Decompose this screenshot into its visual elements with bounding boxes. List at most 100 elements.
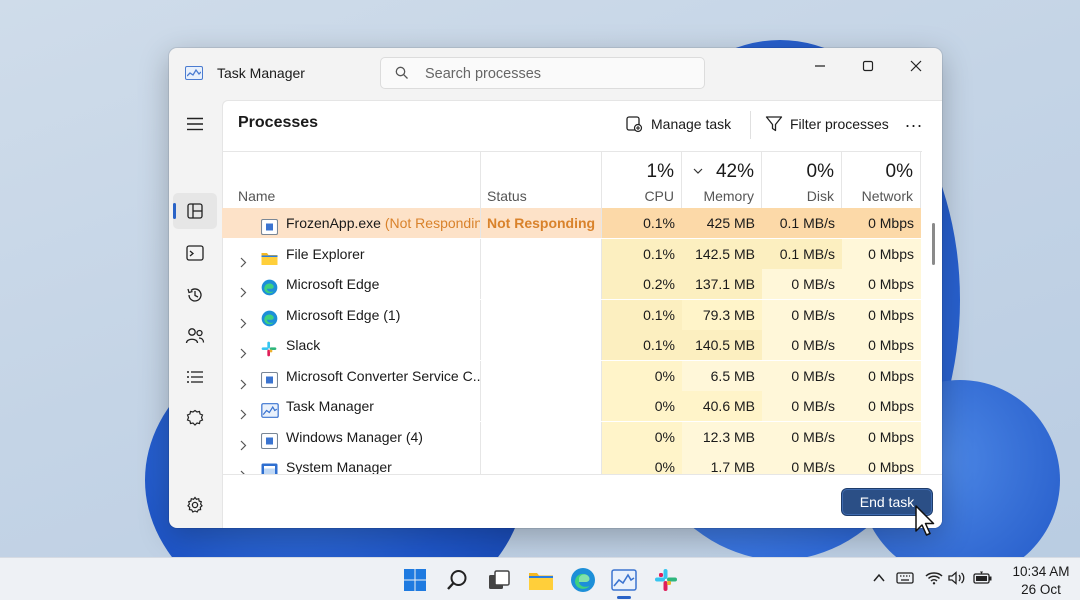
memory-cell: 40.6 MB xyxy=(682,391,762,421)
title-bar[interactable]: Task Manager xyxy=(169,48,942,98)
column-header-memory[interactable]: 42% Memory xyxy=(682,152,762,209)
taskbar-file-explorer[interactable] xyxy=(528,567,554,593)
memory-total: 42% xyxy=(715,161,754,182)
battery-icon[interactable] xyxy=(973,571,993,590)
toolbar-divider xyxy=(750,111,751,139)
active-app-indicator xyxy=(617,596,631,599)
search-icon xyxy=(395,66,409,85)
edge-icon xyxy=(261,276,278,296)
window-title: Task Manager xyxy=(217,65,305,81)
volume-icon[interactable] xyxy=(948,571,966,590)
table-row[interactable]: Windows Manager (4) 0% 12.3 MB 0 MB/s 0 Mbps xyxy=(222,421,922,452)
network-cell: 0 Mbps xyxy=(842,360,921,391)
process-name-cell: Microsoft Edge xyxy=(222,269,481,299)
taskbar-search-button[interactable] xyxy=(444,567,470,593)
cpu-cell: 0% xyxy=(602,452,682,474)
sidebar-item-app-history[interactable] xyxy=(173,277,217,313)
taskbar-task-manager[interactable] xyxy=(611,567,637,593)
process-name-cell: Windows Manager (4) xyxy=(222,421,481,452)
network-cell: 0 Mbps xyxy=(842,238,921,269)
process-name-cell: FrozenApp.exe (Not Responding) xyxy=(222,208,481,238)
more-options-button[interactable]: ... xyxy=(905,109,923,133)
run-new-task-button[interactable]: Manage task xyxy=(625,112,731,136)
wifi-icon[interactable] xyxy=(925,571,943,590)
status-cell xyxy=(481,299,602,330)
status-cell xyxy=(481,269,602,299)
sidebar-item-performance[interactable] xyxy=(173,235,217,271)
scrollbar-thumb[interactable] xyxy=(932,223,935,265)
network-total: 0% xyxy=(885,161,913,182)
column-header-status[interactable]: Status xyxy=(481,152,602,209)
chevron-right-icon[interactable] xyxy=(240,339,247,360)
disk-cell: 0 MB/s xyxy=(762,269,842,299)
windows-start-icon xyxy=(404,569,426,591)
search-input[interactable] xyxy=(425,64,695,84)
table-row[interactable]: Task Manager 0% 40.6 MB 0 MB/s 0 Mbps xyxy=(222,391,922,421)
minimize-button[interactable] xyxy=(797,52,843,80)
more-options-icon: ... xyxy=(905,110,924,131)
process-name-text: Slack xyxy=(286,337,321,353)
column-header-name[interactable]: Name xyxy=(222,152,481,209)
status-text: Not Responding xyxy=(487,215,596,231)
column-header-network[interactable]: 0% Network xyxy=(842,152,921,209)
chevron-right-icon[interactable] xyxy=(240,309,247,330)
network-cell: 0 Mbps xyxy=(842,269,921,299)
chevron-right-icon[interactable] xyxy=(240,370,247,391)
process-name: Microsoft Edge (1) xyxy=(286,300,400,330)
filter-processes-label: Filter processes xyxy=(790,116,889,132)
table-row[interactable]: FrozenApp.exe (Not Responding) Not Respon… xyxy=(222,208,922,238)
file-explorer-icon xyxy=(529,573,553,590)
memory-cell: 1.7 MB xyxy=(682,452,762,474)
chevron-right-icon[interactable] xyxy=(240,400,247,421)
process-name-text: Microsoft Edge xyxy=(286,276,380,292)
taskbar-slack[interactable] xyxy=(653,567,679,593)
not-responding-suffix: (Not Responding) xyxy=(384,215,480,231)
task-manager-icon xyxy=(261,398,279,418)
chevron-right-icon[interactable] xyxy=(240,248,247,269)
slack-icon xyxy=(261,337,278,357)
taskbar-clock[interactable]: 10:34 AM 26 Oct xyxy=(1005,563,1077,599)
status-cell xyxy=(481,360,602,391)
maximize-button[interactable] xyxy=(845,52,891,80)
table-row[interactable]: Slack 0.1% 140.5 MB 0 MB/s 0 Mbps xyxy=(222,330,922,360)
footer-divider xyxy=(222,474,942,475)
process-name-text: Windows Manager (4) xyxy=(286,428,423,445)
taskbar: 10:34 AM 26 Oct xyxy=(0,557,1080,600)
sidebar-item-processes[interactable] xyxy=(173,193,217,229)
sidebar-item-services[interactable] xyxy=(173,400,217,436)
close-button[interactable] xyxy=(893,52,939,80)
memory-cell: 137.1 MB xyxy=(682,269,762,299)
process-list: FrozenApp.exe (Not Responding) Not Respon… xyxy=(222,208,922,474)
settings-button[interactable] xyxy=(183,493,207,517)
table-row[interactable]: Microsoft Edge 0.2% 137.1 MB 0 MB/s 0 Mbps xyxy=(222,269,922,299)
windows-start-button[interactable] xyxy=(402,567,428,593)
network-cell: 0 Mbps xyxy=(842,421,921,452)
column-header-cpu[interactable]: 1% CPU xyxy=(602,152,682,209)
task-view-button[interactable] xyxy=(486,567,512,593)
slack-icon xyxy=(655,569,677,591)
chevron-up-icon[interactable] xyxy=(872,571,886,590)
table-row[interactable]: System Manager 0% 1.7 MB 0 MB/s 0 Mbps xyxy=(222,452,922,474)
system-manager-icon xyxy=(261,459,278,474)
column-header-disk[interactable]: 0% Disk xyxy=(762,152,842,209)
taskbar-edge[interactable] xyxy=(570,567,596,593)
table-row[interactable]: Microsoft Edge (1) 0.1% 79.3 MB 0 MB/s 0 Mbp… xyxy=(222,299,922,330)
chevron-right-icon[interactable] xyxy=(240,461,247,474)
task-view-icon xyxy=(489,570,510,589)
process-name: File Explorer xyxy=(286,239,365,269)
cpu-cell: 0.1% xyxy=(602,238,682,269)
table-row[interactable]: Microsoft Converter Service C... 0% 6.5 MB… xyxy=(222,360,922,391)
sidebar-item-details[interactable] xyxy=(173,359,217,395)
chevron-right-icon[interactable] xyxy=(240,431,247,452)
memory-cell: 12.3 MB xyxy=(682,421,762,452)
sidebar-item-startup-apps[interactable] xyxy=(173,318,217,354)
process-name: Windows Manager (4) xyxy=(286,422,423,452)
keyboard-icon[interactable] xyxy=(896,571,914,590)
edge-icon xyxy=(261,307,278,326)
network-cell: 0 Mbps xyxy=(842,452,921,474)
filter-processes-button[interactable]: Filter processes xyxy=(765,112,889,136)
table-row[interactable]: File Explorer 0.1% 142.5 MB 0.1 MB/s 0 Mbps xyxy=(222,238,922,269)
hamburger-menu-button[interactable] xyxy=(173,106,217,142)
chevron-right-icon[interactable] xyxy=(240,278,247,299)
search-box[interactable] xyxy=(380,57,705,89)
